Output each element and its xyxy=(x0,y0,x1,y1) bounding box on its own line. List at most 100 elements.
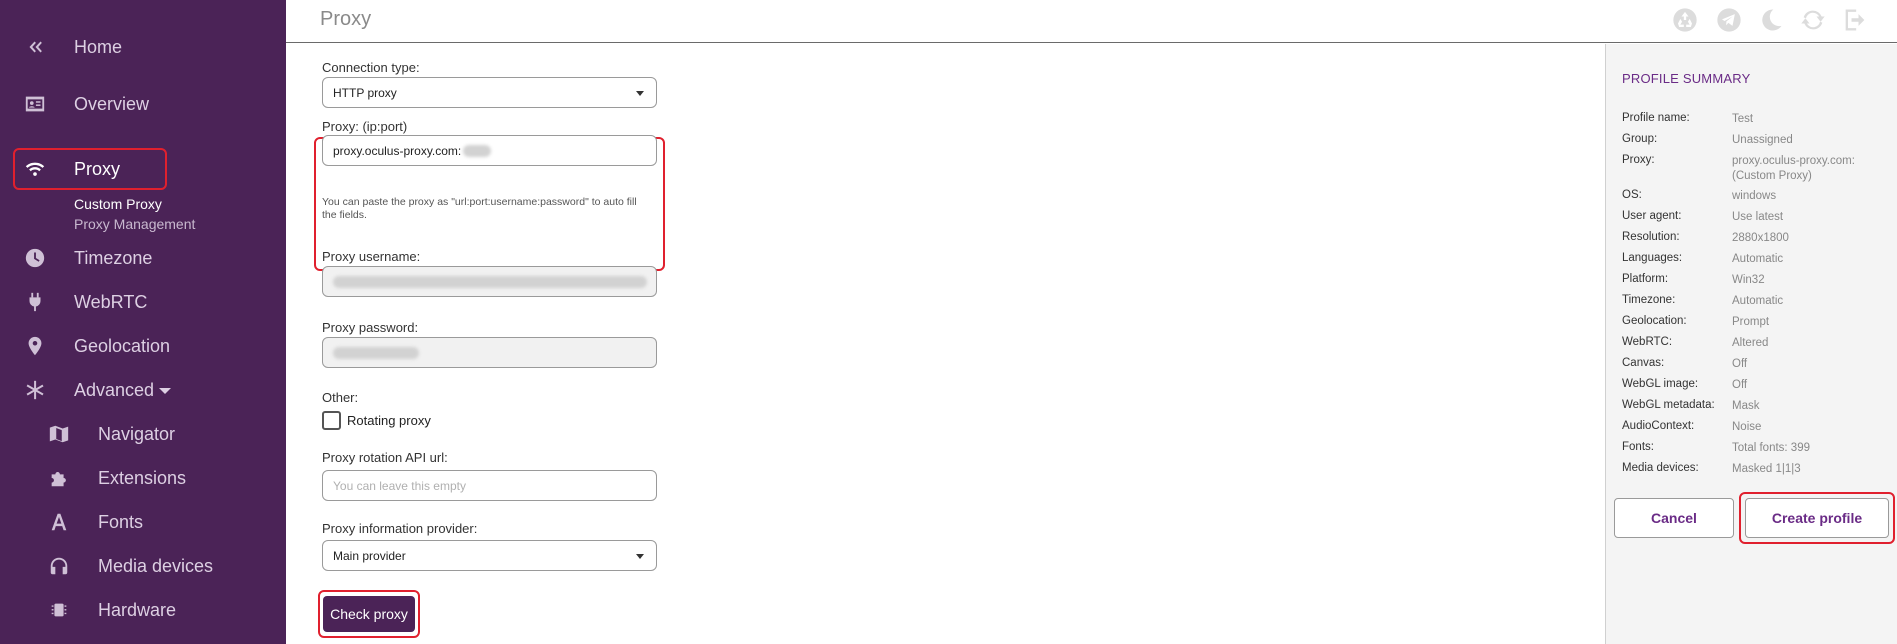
create-profile-highlight: Create profile xyxy=(1739,492,1895,544)
redacted-password xyxy=(333,346,419,359)
page-title: Proxy xyxy=(320,8,372,30)
summary-key: OS: xyxy=(1622,189,1642,201)
proxy-hint: You can paste the proxy as "url:port:use… xyxy=(322,196,637,221)
summary-value: windows xyxy=(1732,190,1777,202)
sidebar-label-home: Home xyxy=(74,36,123,57)
sidebar-item-navigator[interactable]: Navigator xyxy=(0,418,286,450)
summary-value: proxy.oculus-proxy.com: (Custom Proxy) xyxy=(1732,155,1855,182)
sidebar-item-overview[interactable]: Overview xyxy=(0,88,286,120)
password-input[interactable] xyxy=(322,337,657,368)
summary-key: User agent: xyxy=(1622,210,1682,222)
sidebar-label-webrtc: WebRTC xyxy=(74,291,148,312)
summary-title: PROFILE SUMMARY xyxy=(1622,71,1751,86)
rotating-proxy-checkbox[interactable] xyxy=(322,411,341,430)
caret-down-icon xyxy=(159,388,171,394)
refresh-icon[interactable] xyxy=(1799,6,1827,34)
summary-value: Off xyxy=(1732,358,1748,370)
summary-value: Unassigned xyxy=(1732,134,1793,146)
rotation-api-label: Proxy rotation API url: xyxy=(322,450,448,465)
sidebar-label-hardware: Hardware xyxy=(98,599,177,620)
summary-key: Canvas: xyxy=(1622,357,1665,369)
sidebar-sub-proxy-management[interactable]: Proxy Management xyxy=(74,216,195,232)
puzzle-icon xyxy=(46,465,72,491)
other-label: Other: xyxy=(322,390,359,405)
app-window: Home Overview Proxy Custom Proxy Proxy M… xyxy=(0,0,1897,644)
summary-key: WebRTC: xyxy=(1622,336,1673,348)
create-profile-button[interactable]: Create profile xyxy=(1745,498,1889,538)
summary-key: Profile name: xyxy=(1622,112,1690,124)
sidebar-label-proxy: Proxy xyxy=(74,158,121,179)
sidebar-label-media-devices: Media devices xyxy=(98,555,214,576)
sidebar: Home Overview Proxy Custom Proxy Proxy M… xyxy=(0,0,286,644)
summary-value: Masked 1|1|3 xyxy=(1732,463,1801,475)
proxy-label: Proxy: (ip:port) xyxy=(322,119,408,134)
summary-key: AudioContext: xyxy=(1622,420,1695,432)
summary-key: Platform: xyxy=(1622,273,1669,285)
summary-key: Languages: xyxy=(1622,252,1683,264)
sidebar-item-webrtc[interactable]: WebRTC xyxy=(0,286,286,318)
sidebar-label-extensions: Extensions xyxy=(98,467,187,488)
sidebar-label-geolocation: Geolocation xyxy=(74,335,171,356)
redacted-port xyxy=(463,144,492,157)
chip-icon xyxy=(46,597,72,623)
double-chevron-left-icon xyxy=(22,34,48,60)
header-bar: Proxy xyxy=(286,0,1897,43)
sidebar-item-timezone[interactable]: Timezone xyxy=(0,242,286,274)
wifi-icon xyxy=(22,156,48,182)
sidebar-item-hardware[interactable]: Hardware xyxy=(0,594,286,626)
plug-icon xyxy=(22,289,48,315)
summary-value: Automatic xyxy=(1732,295,1784,307)
sidebar-item-proxy[interactable]: Proxy xyxy=(0,153,286,185)
font-icon xyxy=(46,509,72,535)
summary-value: Use latest xyxy=(1732,211,1784,223)
username-label: Proxy username: xyxy=(322,249,421,264)
summary-key: Timezone: xyxy=(1622,294,1676,306)
summary-value: Total fonts: 399 xyxy=(1732,442,1810,454)
sidebar-item-fonts[interactable]: Fonts xyxy=(0,506,286,538)
rotation-api-placeholder: You can leave this empty xyxy=(333,478,466,493)
sidebar-item-media-devices[interactable]: Media devices xyxy=(0,550,286,582)
proxy-value: proxy.oculus-proxy.com: xyxy=(333,143,462,158)
summary-value: Off xyxy=(1732,379,1748,391)
summary-value: Noise xyxy=(1732,421,1762,433)
summary-key: Media devices: xyxy=(1622,462,1699,474)
summary-value: Altered xyxy=(1732,337,1769,349)
recycle-icon[interactable] xyxy=(1671,6,1699,34)
proxy-form: Connection type: HTTP proxy Proxy: (ip:p… xyxy=(286,44,1606,644)
redacted-username xyxy=(333,275,647,288)
clock-icon xyxy=(22,245,48,271)
sidebar-label-overview: Overview xyxy=(74,93,150,114)
asterisk-icon xyxy=(22,377,48,403)
sidebar-label-timezone: Timezone xyxy=(74,247,153,268)
map-icon xyxy=(46,421,72,447)
summary-key: Resolution: xyxy=(1622,231,1680,243)
info-provider-select[interactable]: Main provider xyxy=(322,540,657,571)
sidebar-item-extensions[interactable]: Extensions xyxy=(0,462,286,494)
sidebar-item-home[interactable]: Home xyxy=(0,31,286,63)
info-provider-label: Proxy information provider: xyxy=(322,521,478,536)
proxy-input[interactable]: proxy.oculus-proxy.com: xyxy=(322,135,657,166)
username-input[interactable] xyxy=(322,266,657,297)
sidebar-sub-custom-proxy[interactable]: Custom Proxy xyxy=(74,196,162,212)
summary-value: Mask xyxy=(1732,400,1760,412)
sidebar-item-geolocation[interactable]: Geolocation xyxy=(0,330,286,362)
sidebar-label-navigator: Navigator xyxy=(98,423,176,444)
sidebar-item-advanced[interactable]: Advanced xyxy=(0,374,286,406)
moon-icon[interactable] xyxy=(1757,6,1785,34)
sidebar-label-fonts: Fonts xyxy=(98,511,144,532)
logout-icon[interactable] xyxy=(1841,6,1869,34)
summary-value: Test xyxy=(1732,113,1754,125)
map-pin-icon xyxy=(22,333,48,359)
profile-summary-panel: PROFILE SUMMARY Profile name: Test Group… xyxy=(1605,44,1897,644)
cancel-button[interactable]: Cancel xyxy=(1614,498,1734,538)
connection-type-value: HTTP proxy xyxy=(333,85,397,100)
summary-value: 2880x1800 xyxy=(1732,232,1789,244)
check-proxy-button[interactable]: Check proxy xyxy=(323,596,415,632)
summary-key: Proxy: xyxy=(1622,154,1655,166)
summary-key: Fonts: xyxy=(1622,441,1654,453)
sidebar-label-advanced: Advanced xyxy=(74,379,155,400)
rotating-proxy-label: Rotating proxy xyxy=(347,413,431,428)
rotation-api-input[interactable]: You can leave this empty xyxy=(322,470,657,501)
connection-type-select[interactable]: HTTP proxy xyxy=(322,77,657,108)
telegram-icon[interactable] xyxy=(1715,6,1743,34)
